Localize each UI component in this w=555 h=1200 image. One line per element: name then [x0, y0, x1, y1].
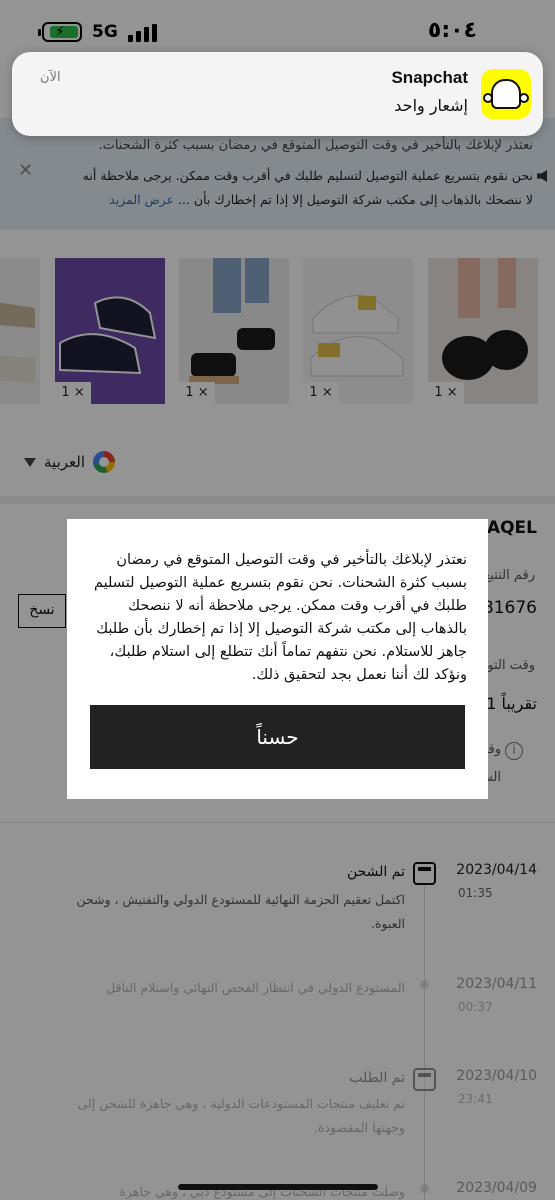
delay-dialog: نعتذر لإبلاغك بالتأخير في وقت التوصيل ال… [67, 519, 488, 799]
snapchat-notification[interactable]: Snapchat إشعار واحد الآن [12, 52, 543, 136]
notification-time: الآن [40, 70, 61, 85]
notification-message: إشعار واحد [394, 96, 468, 115]
ok-button[interactable]: حسناً [90, 705, 465, 769]
notification-app-name: Snapchat [391, 68, 468, 87]
dialog-message: نعتذر لإبلاغك بالتأخير في وقت التوصيل ال… [93, 552, 467, 683]
snapchat-ghost-icon [481, 69, 531, 119]
home-indicator[interactable] [178, 1184, 378, 1190]
